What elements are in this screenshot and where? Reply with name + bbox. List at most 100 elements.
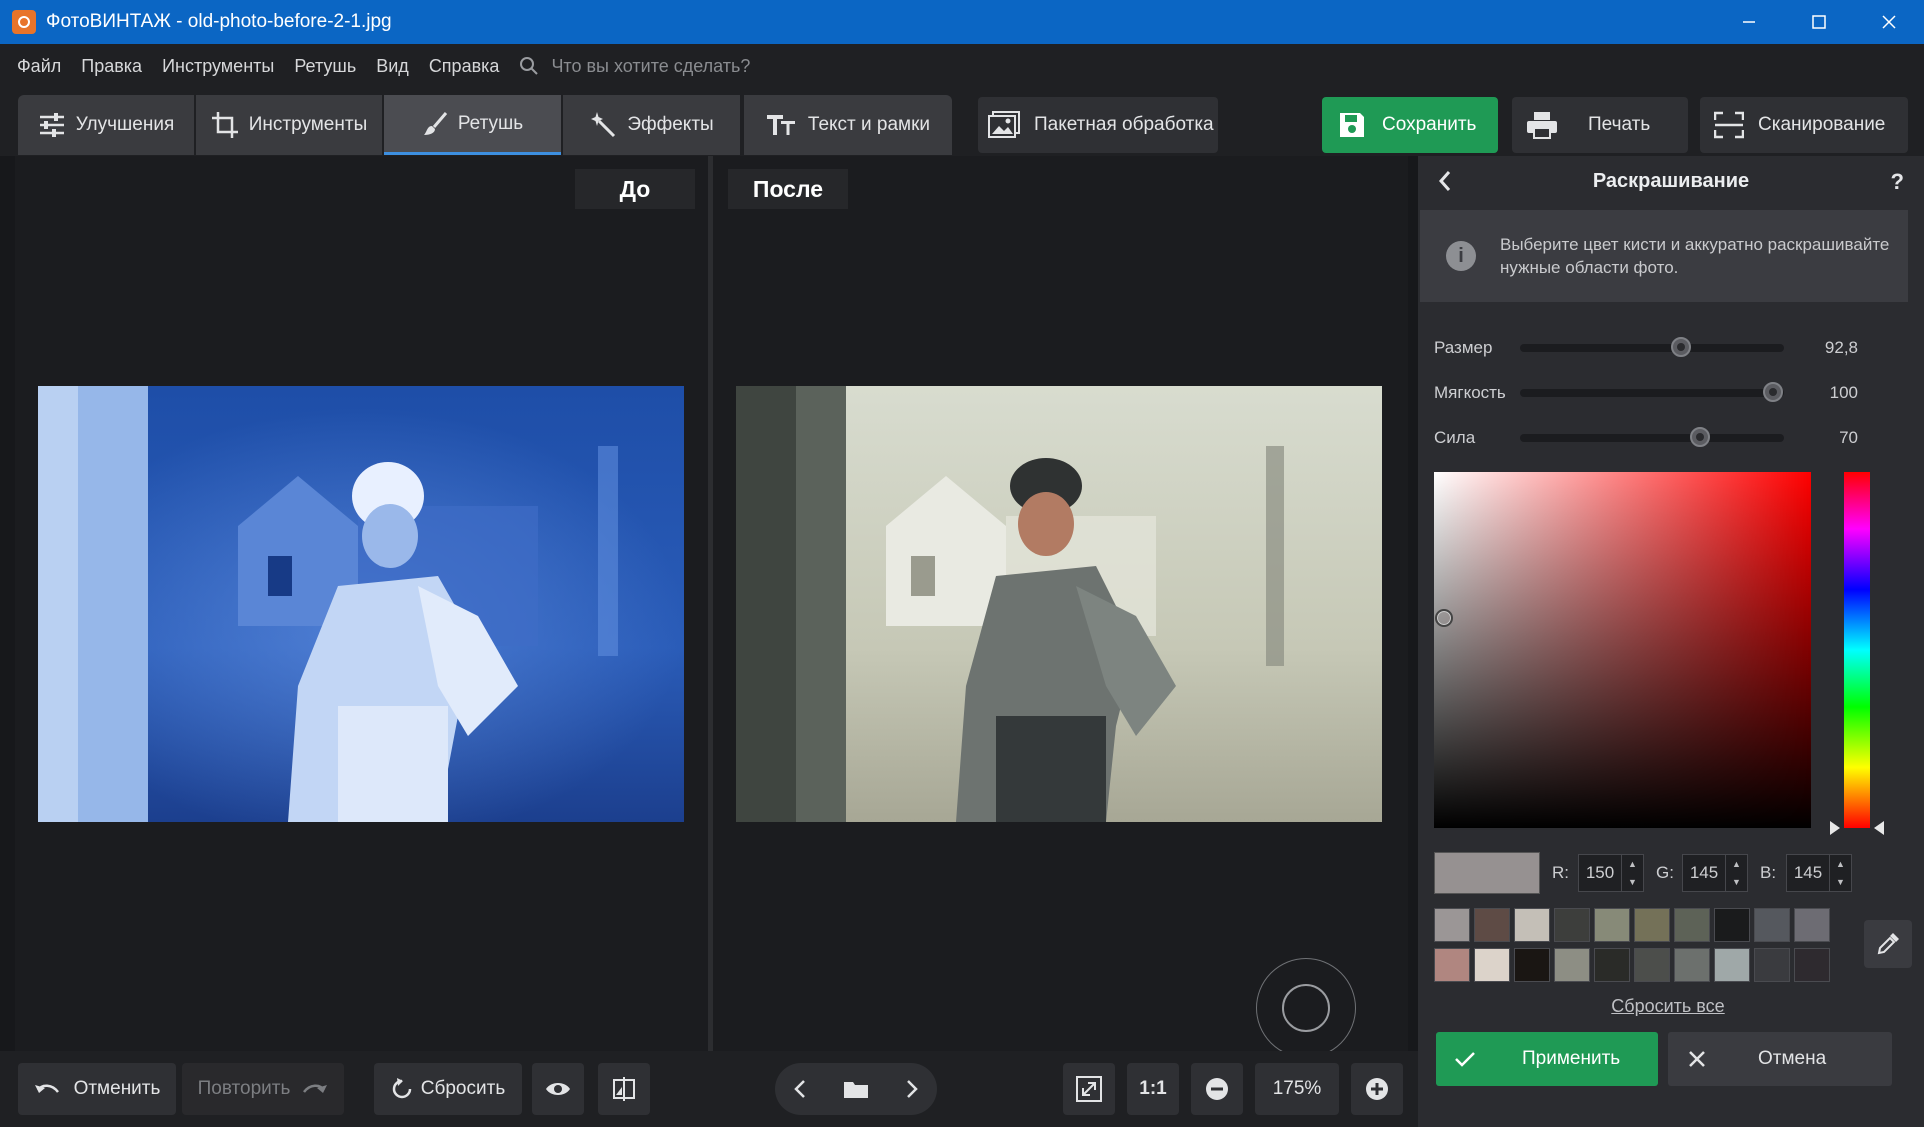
menu-edit[interactable]: Правка — [71, 56, 152, 77]
preview-toggle-button[interactable] — [532, 1063, 584, 1115]
before-photo[interactable] — [38, 386, 684, 822]
hue-slider[interactable] — [1844, 472, 1870, 828]
search-placeholder: Что вы хотите сделать? — [551, 55, 751, 76]
palette-swatch[interactable] — [1434, 908, 1470, 942]
before-label: До — [575, 169, 695, 209]
palette-swatch[interactable] — [1754, 908, 1790, 942]
hue-handle-left-icon[interactable] — [1830, 821, 1840, 835]
palette-swatch[interactable] — [1794, 908, 1830, 942]
color-saturation-value-picker[interactable] — [1434, 472, 1811, 828]
print-button[interactable]: Печать — [1512, 97, 1688, 153]
zoom-in-button[interactable] — [1351, 1063, 1403, 1115]
window-title: ФотоВИНТАЖ - old-photo-before-2-1.jpg — [46, 11, 392, 32]
menu-view[interactable]: Вид — [366, 56, 419, 77]
reset-button[interactable]: Сбросить — [374, 1063, 522, 1115]
palette-swatch[interactable] — [1794, 948, 1830, 982]
undo-button[interactable]: Отменить — [18, 1063, 176, 1115]
maximize-button[interactable] — [1784, 0, 1854, 44]
palette-swatch[interactable] — [1434, 948, 1470, 982]
tab-enhancements[interactable]: Улучшения — [18, 95, 194, 155]
next-image-icon[interactable] — [905, 1079, 919, 1099]
tab-tools[interactable]: Инструменты — [196, 95, 382, 155]
palette-swatch[interactable] — [1594, 948, 1630, 982]
close-icon — [1882, 15, 1896, 29]
size-slider-thumb[interactable] — [1671, 337, 1692, 357]
reset-all-link[interactable]: Сбросить все — [1418, 996, 1918, 1017]
b-input[interactable]: 145 ▲ ▼ — [1786, 854, 1852, 892]
batch-processing-button[interactable]: Пакетная обработка — [978, 97, 1218, 153]
palette-swatch[interactable] — [1474, 908, 1510, 942]
g-input[interactable]: 145 ▲ ▼ — [1682, 854, 1748, 892]
palette-swatch[interactable] — [1514, 948, 1550, 982]
after-photo[interactable] — [736, 386, 1382, 822]
tab-retouch[interactable]: Ретушь — [384, 95, 561, 155]
g-label: G: — [1656, 863, 1674, 882]
palette-swatch[interactable] — [1634, 908, 1670, 942]
softness-slider[interactable] — [1520, 382, 1784, 402]
r-input[interactable]: 150 ▲ ▼ — [1578, 854, 1644, 892]
after-label: После — [728, 169, 848, 209]
zoom-out-button[interactable] — [1191, 1063, 1243, 1115]
sliders-icon — [39, 113, 64, 137]
softness-value: 100 — [1829, 383, 1858, 402]
tab-effects[interactable]: Эффекты — [563, 95, 740, 155]
menu-tools[interactable]: Инструменты — [152, 56, 284, 77]
apply-button[interactable]: Применить — [1436, 1032, 1658, 1086]
open-folder-icon[interactable] — [843, 1079, 869, 1099]
fit-screen-button[interactable] — [1063, 1063, 1115, 1115]
eye-icon — [546, 1083, 570, 1095]
r-down-icon[interactable]: ▼ — [1628, 877, 1637, 887]
text-icon — [766, 115, 795, 135]
b-down-icon[interactable]: ▼ — [1836, 877, 1845, 887]
palette-swatch[interactable] — [1674, 948, 1710, 982]
b-up-icon[interactable]: ▲ — [1836, 859, 1845, 869]
palette-swatch[interactable] — [1554, 908, 1590, 942]
actual-size-button[interactable]: 1:1 — [1127, 1063, 1179, 1115]
redo-button[interactable]: Повторить — [182, 1063, 344, 1115]
color-picker-handle[interactable] — [1435, 609, 1453, 627]
palette-swatch[interactable] — [1514, 908, 1550, 942]
strength-slider[interactable] — [1520, 427, 1784, 447]
menu-retouch[interactable]: Ретушь — [284, 56, 366, 77]
reset-icon — [392, 1078, 412, 1099]
rgb-inputs: R: 150 ▲ ▼ G: 145 ▲ ▼ B: 145 ▲ ▼ — [1434, 852, 1904, 894]
help-button[interactable]: ? — [1891, 169, 1904, 195]
split-divider[interactable] — [708, 156, 713, 1051]
palette-swatch[interactable] — [1594, 908, 1630, 942]
zoom-level[interactable]: 175% — [1255, 1063, 1339, 1115]
softness-slider-thumb[interactable] — [1763, 382, 1784, 402]
palette-swatch[interactable] — [1634, 948, 1670, 982]
palette-swatch[interactable] — [1474, 948, 1510, 982]
palette-swatch[interactable] — [1714, 908, 1750, 942]
palette-swatch[interactable] — [1554, 948, 1590, 982]
tab-text-frames[interactable]: Текст и рамки — [744, 95, 952, 155]
panel-header: Раскрашивание ? — [1418, 156, 1924, 206]
strength-value: 70 — [1839, 428, 1858, 447]
back-arrow-icon[interactable] — [1438, 169, 1452, 193]
strength-slider-row: Сила 70 — [1434, 423, 1904, 453]
palette-swatch[interactable] — [1714, 948, 1750, 982]
prev-image-icon[interactable] — [793, 1079, 807, 1099]
r-up-icon[interactable]: ▲ — [1628, 859, 1637, 869]
minimize-button[interactable] — [1714, 0, 1784, 44]
strength-slider-thumb[interactable] — [1689, 427, 1710, 447]
scan-button[interactable]: Сканирование — [1700, 97, 1908, 153]
undo-icon — [34, 1084, 59, 1093]
palette-swatch[interactable] — [1754, 948, 1790, 982]
menu-file[interactable]: Файл — [7, 56, 71, 77]
main-toolbar: Улучшения Инструменты Ретушь Эффекты Тек… — [0, 88, 1924, 156]
info-text: Выберите цвет кисти и аккуратно раскраши… — [1500, 235, 1890, 277]
menu-help[interactable]: Справка — [419, 56, 510, 77]
eyedropper-button[interactable] — [1864, 920, 1912, 968]
palette-swatch[interactable] — [1674, 908, 1710, 942]
g-down-icon[interactable]: ▼ — [1732, 877, 1741, 887]
hue-handle-right-icon[interactable] — [1874, 821, 1884, 835]
cancel-button[interactable]: Отмена — [1668, 1032, 1892, 1086]
save-button[interactable]: Сохранить — [1322, 97, 1498, 153]
size-slider[interactable] — [1520, 337, 1784, 357]
compare-button[interactable] — [598, 1063, 650, 1115]
zoom-out-icon — [1206, 1078, 1228, 1100]
menu-search[interactable]: Что вы хотите сделать? — [519, 56, 750, 77]
close-button[interactable] — [1854, 0, 1924, 44]
g-up-icon[interactable]: ▲ — [1732, 859, 1741, 869]
